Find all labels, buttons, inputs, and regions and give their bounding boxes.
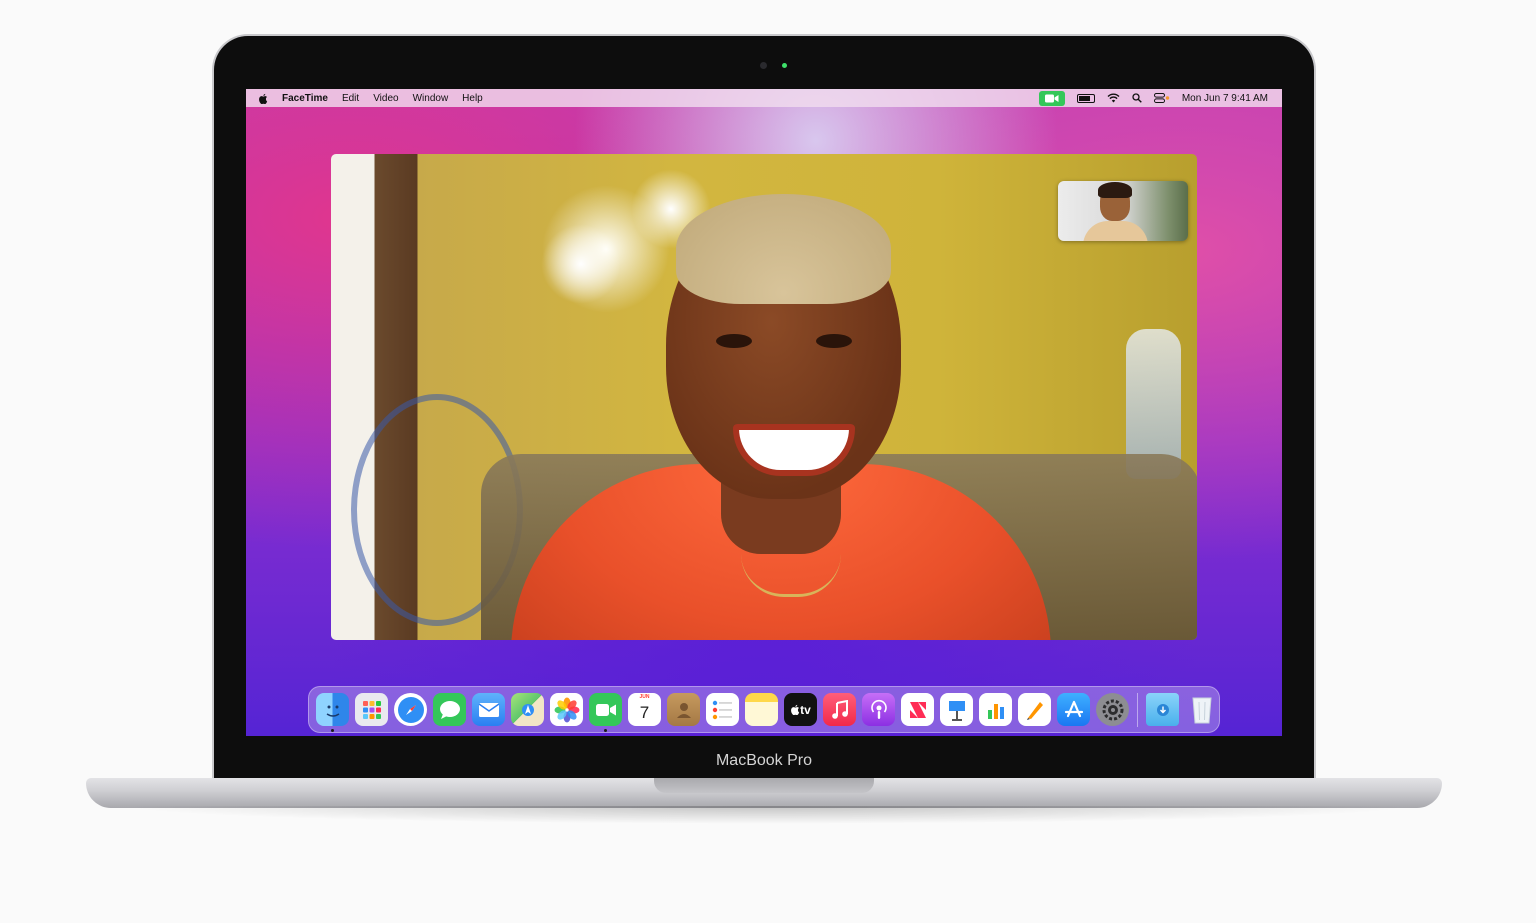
menu-help[interactable]: Help bbox=[462, 93, 483, 104]
running-indicator bbox=[331, 729, 334, 732]
running-indicator bbox=[604, 729, 607, 732]
maps-icon[interactable] bbox=[511, 693, 544, 726]
base-shadow bbox=[120, 806, 1416, 824]
laptop-base bbox=[86, 778, 1442, 808]
lid-opening-notch bbox=[654, 778, 874, 793]
menu-app-name[interactable]: FaceTime bbox=[282, 93, 328, 104]
photos-icon[interactable] bbox=[550, 693, 583, 726]
facetime-active-icon[interactable] bbox=[1038, 90, 1065, 106]
camera-indicator-light bbox=[782, 63, 787, 68]
tv-icon[interactable]: tv bbox=[784, 693, 817, 726]
device-label: MacBook Pro bbox=[715, 752, 813, 769]
downloads-folder-icon[interactable] bbox=[1146, 693, 1179, 726]
dock-separator bbox=[1137, 692, 1138, 727]
remote-participant-eye bbox=[716, 334, 752, 348]
laptop-lid: FaceTime Edit Video Window Help Mon Jun … bbox=[214, 36, 1314, 778]
menu-video[interactable]: Video bbox=[373, 93, 398, 104]
launchpad-icon[interactable] bbox=[355, 693, 388, 726]
remote-video-feed bbox=[491, 184, 1051, 640]
contacts-icon[interactable] bbox=[667, 693, 700, 726]
menubar-clock[interactable]: Mon Jun 7 9:41 AM bbox=[1182, 93, 1268, 104]
calendar-icon[interactable]: JUN 7 bbox=[628, 693, 661, 726]
reminders-icon[interactable] bbox=[706, 693, 739, 726]
mail-icon[interactable] bbox=[472, 693, 505, 726]
camera bbox=[760, 62, 767, 69]
battery-icon[interactable] bbox=[1076, 93, 1095, 103]
app-store-icon[interactable] bbox=[1057, 693, 1090, 726]
facetime-icon[interactable] bbox=[589, 693, 622, 732]
news-icon[interactable] bbox=[901, 693, 934, 726]
pages-icon[interactable] bbox=[1018, 693, 1051, 726]
safari-icon[interactable] bbox=[394, 693, 427, 726]
menu-window[interactable]: Window bbox=[413, 93, 449, 104]
apple-logo-icon bbox=[791, 704, 800, 715]
calendar-day: 7 bbox=[639, 702, 650, 722]
wifi-icon[interactable] bbox=[1107, 93, 1120, 103]
apple-logo-icon[interactable] bbox=[258, 93, 268, 104]
screen: FaceTime Edit Video Window Help Mon Jun … bbox=[246, 89, 1282, 736]
facetime-window[interactable] bbox=[331, 154, 1197, 640]
music-icon[interactable] bbox=[823, 693, 856, 726]
system-preferences-icon[interactable] bbox=[1096, 693, 1129, 726]
finder-icon[interactable] bbox=[316, 693, 349, 732]
trash-icon[interactable] bbox=[1185, 693, 1218, 726]
self-view-body bbox=[1083, 221, 1148, 241]
notes-icon[interactable] bbox=[745, 693, 778, 726]
menu-bar: FaceTime Edit Video Window Help Mon Jun … bbox=[246, 89, 1282, 107]
self-view-pip[interactable] bbox=[1058, 181, 1188, 241]
messages-icon[interactable] bbox=[433, 693, 466, 726]
podcasts-icon[interactable] bbox=[862, 693, 895, 726]
tv-label: tv bbox=[800, 702, 811, 717]
control-center-icon[interactable] bbox=[1153, 93, 1170, 103]
dock: JUN 7 tv bbox=[308, 686, 1220, 733]
remote-participant-eye bbox=[816, 334, 852, 348]
menu-edit[interactable]: Edit bbox=[342, 93, 359, 104]
remote-participant-hair bbox=[676, 194, 891, 304]
search-icon[interactable] bbox=[1132, 93, 1142, 103]
calendar-month: JUN bbox=[639, 694, 650, 700]
self-view-hair bbox=[1098, 182, 1132, 198]
keynote-icon[interactable] bbox=[940, 693, 973, 726]
numbers-icon[interactable] bbox=[979, 693, 1012, 726]
